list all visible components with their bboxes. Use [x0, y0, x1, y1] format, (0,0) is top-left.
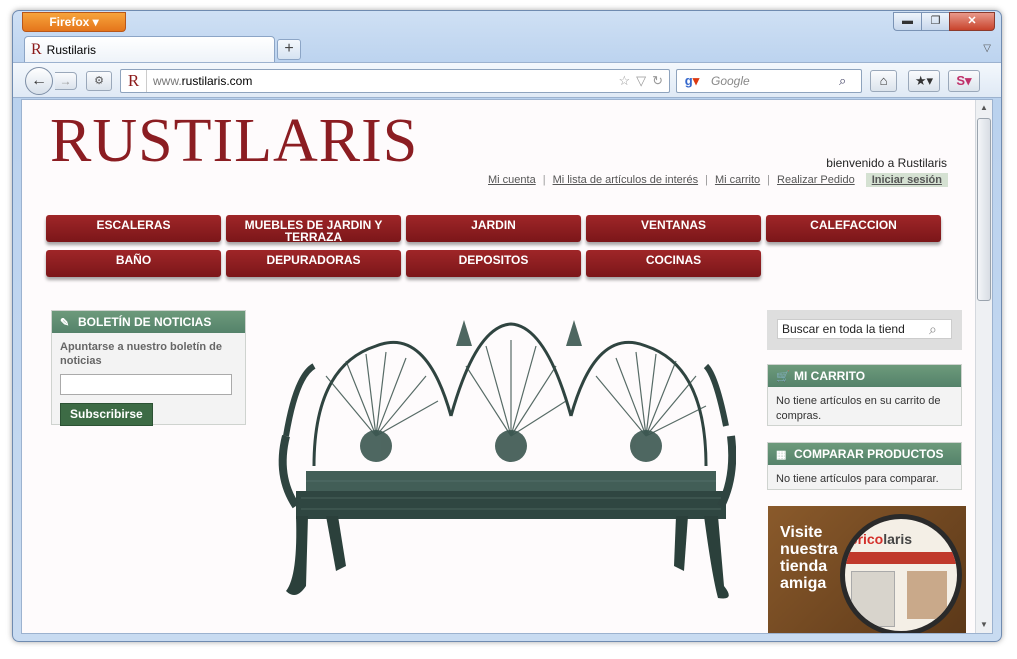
- magnifier-lens: bricolaris: [840, 514, 962, 633]
- maximize-button[interactable]: ❐: [921, 12, 949, 31]
- tab-rustilaris[interactable]: R Rustilaris: [24, 36, 275, 62]
- cart-box: 🛒 MI CARRITO No tiene artículos en su car…: [767, 364, 962, 426]
- compare-box: ▦ COMPARAR PRODUCTOS No tiene artículos p…: [767, 442, 962, 490]
- site-search-input[interactable]: Buscar en toda la tiend ⌕: [777, 319, 952, 339]
- menu-item-escaleras[interactable]: ESCALERAS: [46, 215, 221, 242]
- addon-icon[interactable]: ⚙: [86, 71, 112, 91]
- banner-brand: bricolaris: [849, 531, 913, 547]
- list-all-tabs-icon[interactable]: ▽: [983, 43, 991, 54]
- site-search: Buscar en toda la tiend ⌕: [767, 310, 962, 350]
- site-identity-icon[interactable]: R: [121, 70, 147, 92]
- site-logo[interactable]: RUSTILARIS: [50, 106, 418, 177]
- subscribe-button[interactable]: Subscribirse: [60, 403, 153, 426]
- link-mi-lista[interactable]: Mi lista de artículos de interés: [553, 174, 699, 186]
- banner-product-photo: [907, 571, 947, 619]
- link-realizar-pedido[interactable]: Realizar Pedido: [777, 174, 855, 186]
- menu-item-ventanas[interactable]: VENTANAS: [586, 215, 761, 242]
- search-placeholder: Google: [711, 74, 750, 88]
- menu-item-muebles[interactable]: MUEBLES DE JARDIN Y TERRAZA: [226, 215, 401, 243]
- login-link[interactable]: Iniciar sesión: [865, 173, 948, 187]
- reload-icon[interactable]: ↻: [652, 73, 663, 89]
- separator: |: [705, 174, 708, 186]
- newsletter-header: ✎ BOLETÍN DE NOTICIAS: [52, 311, 245, 333]
- site-favicon-icon: R: [31, 40, 42, 58]
- cart-icon: 🛒: [776, 371, 790, 383]
- back-arrow-icon[interactable]: ←: [25, 67, 53, 95]
- newsletter-icon: ✎: [60, 317, 70, 329]
- close-window-button[interactable]: ✕: [949, 12, 995, 31]
- newsletter-box: ✎ BOLETÍN DE NOTICIAS Apuntarse a nuestro…: [51, 310, 246, 426]
- bricolaris-banner[interactable]: Visite nuestra tienda amiga bricolaris: [768, 506, 966, 633]
- cart-text: No tiene artículos en su carrito de comp…: [776, 395, 941, 422]
- link-mi-carrito[interactable]: Mi carrito: [715, 174, 760, 186]
- bookmarks-icon[interactable]: ★▾: [908, 70, 940, 92]
- scroll-thumb[interactable]: [977, 118, 991, 301]
- menu-item-jardin[interactable]: JARDIN: [406, 215, 581, 242]
- menu-item-depositos[interactable]: DEPOSITOS: [406, 250, 581, 277]
- menu-item-bano[interactable]: BAÑO: [46, 250, 221, 277]
- home-icon[interactable]: ⌂: [870, 70, 897, 92]
- url-bar[interactable]: R www.rustilaris.com ☆ ▽ ↻: [120, 69, 670, 93]
- menu-item-cocinas[interactable]: COCINAS: [586, 250, 761, 277]
- menu-item-depuradoras[interactable]: DEPURADORAS: [226, 250, 401, 277]
- compare-table-icon: ▦: [776, 449, 787, 461]
- garden-bench-image[interactable]: [266, 306, 736, 618]
- account-links: Mi cuenta | Mi lista de artículos de int…: [488, 173, 948, 187]
- compare-header: ▦ COMPARAR PRODUCTOS: [768, 443, 961, 465]
- firefox-menu-button[interactable]: Firefox ▾: [22, 12, 126, 32]
- star-icon[interactable]: ☆: [618, 73, 630, 89]
- menu-item-calefaccion[interactable]: CALEFACCION: [766, 215, 941, 242]
- banner-nav-strip: [845, 552, 957, 564]
- newsletter-email-input[interactable]: [60, 374, 232, 395]
- browser-window: Firefox ▾ ▬ ❐ ✕ R Rustilaris + ▽ ← → ⚙ R…: [12, 10, 1002, 642]
- page-viewport: RUSTILARIS bienvenido a Rustilaris Mi cu…: [21, 99, 993, 634]
- welcome-text: bienvenido a Rustilaris: [826, 156, 947, 170]
- vertical-scrollbar[interactable]: ▲ ▼: [975, 100, 992, 633]
- compare-text: No tiene artículos para comparar.: [776, 473, 939, 485]
- scroll-down-icon[interactable]: ▼: [976, 617, 992, 633]
- navigation-toolbar: ← → ⚙ R www.rustilaris.com ☆ ▽ ↻ g▾ Goog…: [13, 62, 1001, 98]
- forward-arrow-icon[interactable]: →: [55, 72, 77, 90]
- search-icon[interactable]: ⌕: [929, 321, 951, 338]
- newsletter-label: Apuntarse a nuestro boletín de noticias: [60, 341, 222, 367]
- google-engine-icon[interactable]: g▾: [677, 73, 707, 89]
- link-mi-cuenta[interactable]: Mi cuenta: [488, 174, 536, 186]
- history-dropdown-icon[interactable]: ▽: [636, 73, 646, 89]
- web-search-box[interactable]: g▾ Google ⌕: [676, 69, 862, 93]
- url-text: www.rustilaris.com: [153, 74, 253, 88]
- banner-product-photo: [851, 571, 895, 627]
- separator: |: [542, 174, 546, 186]
- addon-s-icon[interactable]: S▾: [948, 70, 980, 92]
- window-controls: ▬ ❐ ✕: [893, 12, 995, 31]
- cart-header: 🛒 MI CARRITO: [768, 365, 961, 387]
- new-tab-button[interactable]: +: [277, 39, 301, 60]
- banner-text: Visite nuestra tienda amiga: [780, 524, 838, 592]
- scroll-up-icon[interactable]: ▲: [976, 100, 992, 116]
- separator: |: [767, 174, 771, 186]
- search-icon[interactable]: ⌕: [839, 73, 861, 89]
- tab-title: Rustilaris: [46, 42, 97, 57]
- minimize-button[interactable]: ▬: [893, 12, 921, 31]
